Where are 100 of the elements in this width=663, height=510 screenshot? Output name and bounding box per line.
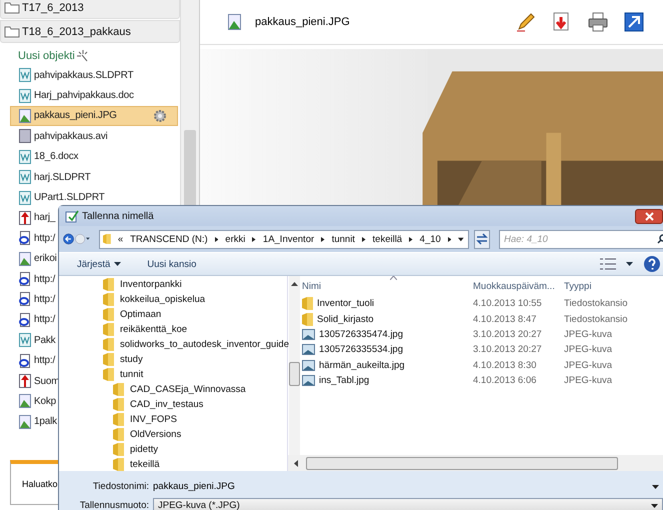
scrollbar-thumb[interactable] [306,456,618,470]
folder-tree-item[interactable]: INV_FOPS [59,412,290,427]
breadcrumb[interactable]: TRANSCEND (N:) [130,234,208,244]
caret-icon [651,504,658,508]
file-item[interactable]: http:/ [10,228,56,249]
file-item[interactable]: http:/ [10,268,56,290]
new-object-link[interactable]: Uusi objekti [18,50,75,62]
breadcrumb[interactable]: 1A_Inventor [262,234,314,244]
folder-icon [302,297,313,310]
chevron-icon[interactable] [448,236,452,242]
date-cell-text: 3.10.2013 20:27 [473,344,543,356]
file-name: pakkaus_pieni.JPG [255,16,350,28]
column-header[interactable]: Muokkauspäiväm... [473,280,560,292]
folder-icon [113,413,124,426]
file-item[interactable]: pahvipakkaus.avi [10,126,109,147]
file-row[interactable]: härmän_aukeilta.jpg 4.10.2013 8:30 JPEG-kuva [288,358,663,373]
file-item[interactable]: 1palk [10,412,58,432]
breadcrumb[interactable]: erkki [225,234,246,244]
file-item[interactable]: Kokp [10,391,57,412]
breadcrumb[interactable]: tekeillä [372,234,402,244]
file-item[interactable]: http:/ [10,350,56,371]
folder-tree-item[interactable]: reikäkenttä_koe [59,322,290,337]
column-header[interactable]: Nimi [288,280,473,292]
file-row[interactable]: Inventor_tuoli 4.10.2013 10:55 Tiedostokansio [288,296,663,312]
upload-arrow-icon [19,374,31,388]
file-item[interactable]: Harj_pahvipakkaus.doc [10,85,135,106]
file-item[interactable]: erikoi [10,248,58,269]
folder-tree-item[interactable]: Inventorpankki [59,277,290,292]
file-name-field[interactable]: pakkaus_pieni.JPG [153,478,663,494]
folder-icon [103,278,114,291]
file-item[interactable]: UPart1.SLDPRT [10,187,106,208]
file-row[interactable]: 1305726335534.jpg 3.10.2013 20:27 JPEG-kuva [288,342,663,358]
folder-tree-item[interactable]: CAD_inv_testaus [59,397,290,412]
folder-tree-item[interactable]: solidworks_to_autodesk_inventor_guide [59,337,290,352]
file-item[interactable]: pahvipakkaus.SLDPRT [10,65,134,86]
folder-tree-item[interactable]: tunnit [59,367,290,382]
caret-icon [652,484,659,488]
chevron-icon[interactable] [362,236,366,242]
folder-header[interactable]: T17_6_2013 [0,0,180,19]
link-file-icon [19,231,31,246]
folder-tree-item[interactable]: study [59,352,290,367]
folder-header[interactable]: T18_6_2013_pakkaus [0,20,180,43]
file-item[interactable]: http:/ [10,289,56,310]
search-field[interactable]: Hae: 4_10 [499,230,663,248]
caret-icon[interactable] [626,262,633,266]
folder-tree-item[interactable]: OldVersions [59,427,290,442]
date-cell-text: 4.10.2013 8:47 [473,314,538,325]
image-file-icon [302,328,315,340]
folder-icon [113,458,124,471]
expand-icon[interactable] [623,11,645,33]
folder-tree-item[interactable]: CAD_CASEja_Winnovassa [59,382,290,397]
folder-icon [4,25,20,38]
folder-tree-item[interactable]: Optimaan [59,307,290,322]
file-item[interactable]: harj.SLDPRT [10,166,92,188]
file-name: Solid_kirjasto [317,314,374,325]
organize-button[interactable]: Järjestä [69,256,130,272]
sort-caret-icon [390,276,397,280]
image-file-icon [19,108,31,123]
refresh-button[interactable] [474,230,490,248]
file-item[interactable]: pakkaus_pieni.JPG [10,106,178,126]
chevron-icon[interactable] [252,236,256,242]
file-row[interactable]: ins_Tabl.jpg 4.10.2013 6:06 JPEG-kuva [288,372,663,388]
new-folder-button[interactable]: Uusi kansio [139,256,204,272]
breadcrumb[interactable]: tunnit [332,234,355,244]
document-icon [19,170,31,184]
gear-icon[interactable] [153,108,167,123]
scrollbar-thumb[interactable] [289,362,300,386]
chevron-icon[interactable] [409,236,413,242]
folder-tree-item[interactable]: pidetty [59,442,290,457]
file-item[interactable]: http:/ [10,310,56,330]
file-item[interactable]: 18_6.docx [10,146,80,167]
folder-tree-item[interactable]: tekeillä [59,457,290,472]
caret-icon [114,262,122,266]
printer-icon[interactable] [587,11,609,33]
breadcrumb[interactable]: « [118,234,124,244]
file-type-dropdown[interactable]: JPEG-kuva (*.JPG) [153,498,663,510]
scroll-left-icon[interactable] [294,460,298,466]
pencil-icon[interactable] [515,11,537,33]
help-icon[interactable] [643,255,661,273]
chevron-icon[interactable] [321,236,325,242]
close-icon [644,212,654,220]
folder-icon [103,368,114,381]
file-row[interactable]: 1305726335474.jpg 3.10.2013 20:27 JPEG-kuva [288,326,663,342]
link-file-icon [19,272,31,286]
scroll-up-icon[interactable] [291,282,298,286]
address-bar[interactable]: « TRANSCEND (N:) erkki 1A_Inventor tunnit tekeillä 4_10 [99,230,469,248]
file-row[interactable]: Solid_kirjasto 4.10.2013 8:47 Tiedostokansio [288,311,663,327]
view-list-icon[interactable] [600,258,616,270]
caret-icon[interactable] [458,236,464,242]
column-header[interactable]: Tyyppi [560,280,663,292]
type-cell-text: Tiedostokansio [563,314,629,325]
close-button[interactable] [635,208,663,224]
image-file-icon [302,375,315,386]
breadcrumb[interactable]: 4_10 [420,234,441,244]
file-item[interactable]: Pakk [10,330,56,350]
file-item[interactable]: harj_ [10,208,56,228]
chevron-icon[interactable] [214,236,218,242]
folder-tree-item[interactable]: kokkeilua_opiskelua [59,292,290,307]
field-label: Tiedostonimi: [92,481,149,492]
folder-icon [113,443,124,456]
